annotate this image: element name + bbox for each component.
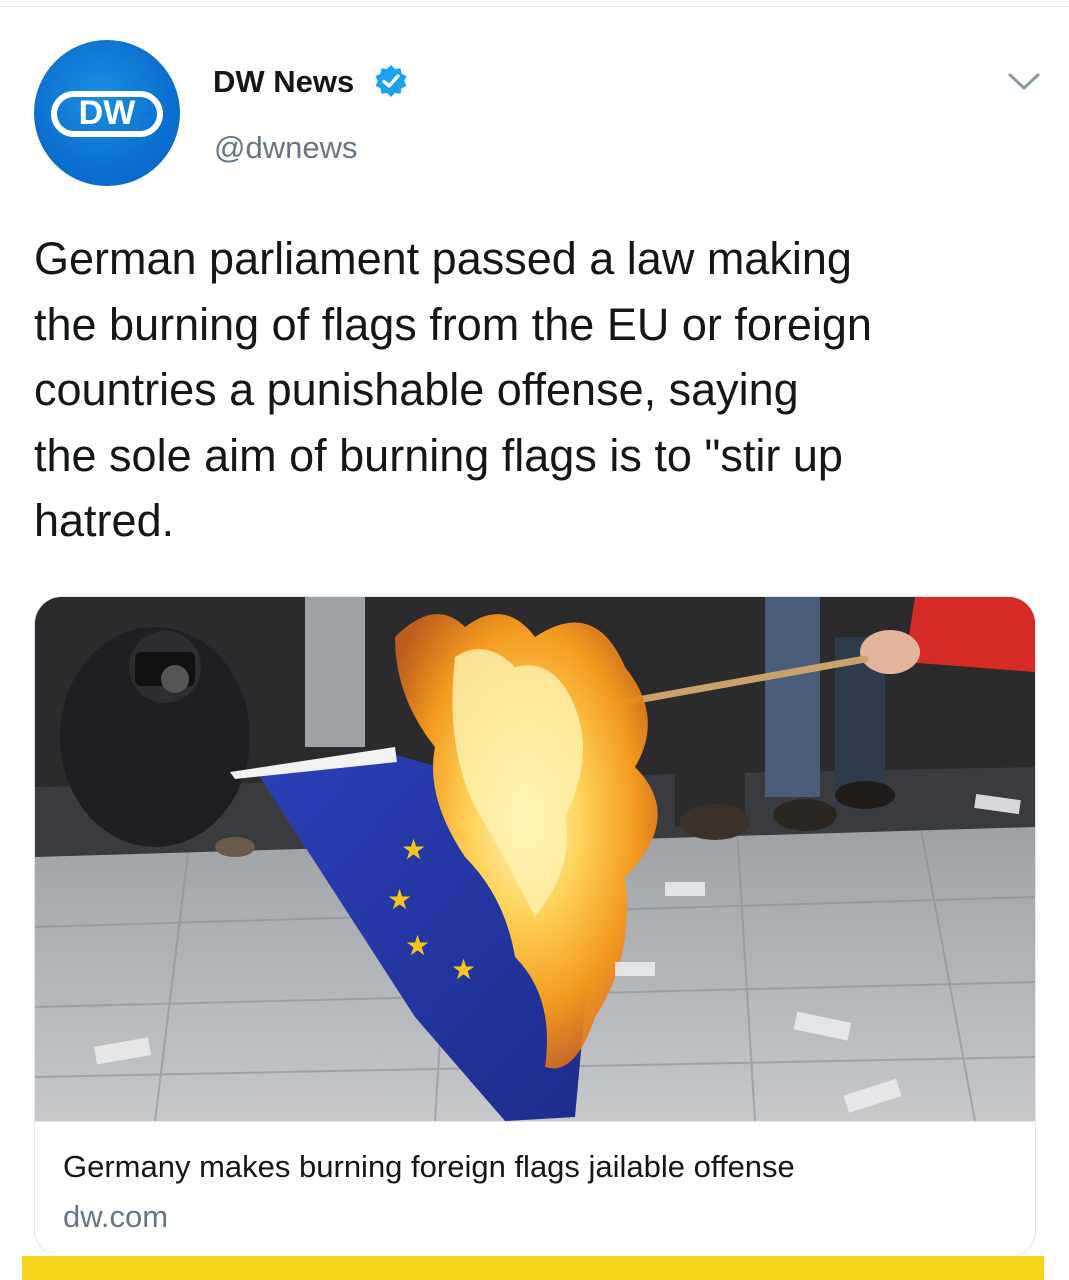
svg-text:★: ★ xyxy=(401,833,426,866)
avatar-text: DW xyxy=(79,94,137,132)
author-name[interactable]: DW News xyxy=(213,64,354,100)
tweet-text-line: the sole aim of burning flags is to "sti… xyxy=(34,429,843,481)
burning-flag-photo: ★ ★ ★ ★ xyxy=(35,597,1035,1121)
svg-text:★: ★ xyxy=(451,953,476,986)
author-handle[interactable]: @dwnews xyxy=(214,130,357,166)
verified-badge-icon xyxy=(374,64,408,98)
card-title[interactable]: Germany makes burning foreign flags jail… xyxy=(63,1149,795,1185)
svg-text:★: ★ xyxy=(405,929,430,962)
link-card[interactable]: ★ ★ ★ ★ Germany makes burning foreign fl… xyxy=(34,596,1036,1258)
top-divider xyxy=(0,6,1069,7)
svg-text:★: ★ xyxy=(387,883,412,916)
tweet-text-line: the burning of flags from the EU or fore… xyxy=(34,298,872,350)
tweet-text: German parliament passed a law making th… xyxy=(34,226,1034,554)
bottom-accent-bar xyxy=(22,1256,1044,1280)
tweet-text-line: hatred. xyxy=(34,495,175,546)
card-image[interactable]: ★ ★ ★ ★ xyxy=(35,597,1035,1121)
card-divider xyxy=(35,1121,1035,1122)
tweet-text-line: German parliament passed a law making xyxy=(34,233,852,284)
tweet-text-line: countries a punishable offense, saying xyxy=(34,364,799,415)
chevron-down-icon[interactable] xyxy=(1004,66,1044,96)
dw-logo-icon: DW xyxy=(51,91,163,137)
card-domain[interactable]: dw.com xyxy=(63,1199,168,1235)
avatar[interactable]: DW xyxy=(34,40,180,186)
